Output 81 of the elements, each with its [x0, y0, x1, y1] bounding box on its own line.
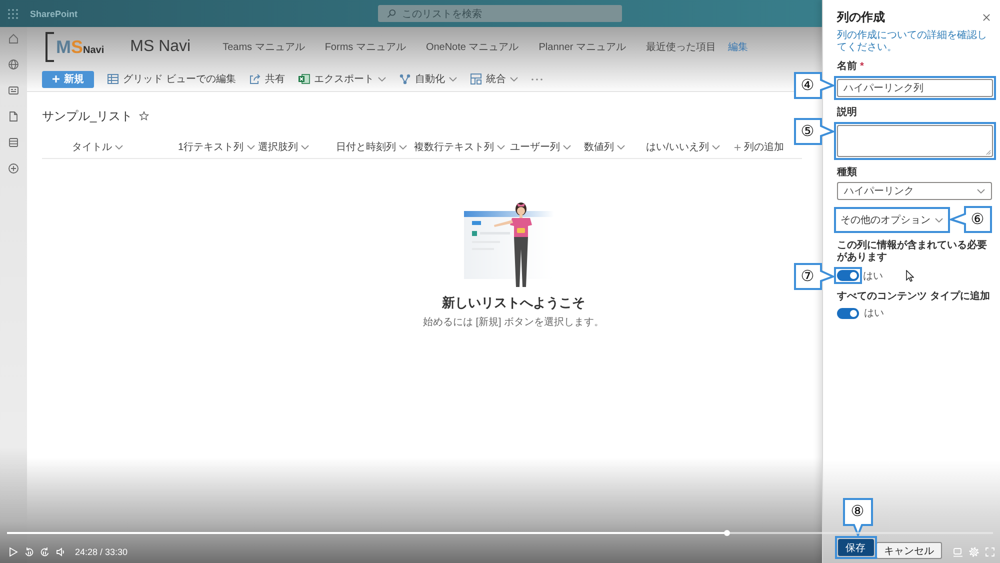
flow-icon [398, 73, 411, 85]
field-label: 説明 [837, 107, 858, 119]
chevron-down-icon [617, 144, 625, 150]
column-header[interactable]: 選択肢列 [258, 140, 309, 154]
step-number-callout: ④ [794, 72, 834, 99]
logo-text: MSNavi [56, 38, 104, 56]
logo-frame-icon [45, 32, 55, 62]
chevron-down-icon [301, 144, 309, 150]
site-title[interactable]: MS Navi [130, 38, 191, 56]
column-header[interactable]: 日付と時刻列 [336, 140, 407, 154]
field-label: この列に情報が含まれている必要があります [837, 240, 988, 264]
resize-grip-icon [986, 150, 990, 155]
panel-title: 列の作成 [837, 9, 885, 26]
field-label: 名前 * [837, 61, 865, 73]
type-dropdown[interactable]: ハイパーリンク [837, 182, 992, 200]
news-icon[interactable] [8, 85, 19, 96]
panel-description[interactable]: 列の作成についての詳細を確認してください。 [837, 30, 992, 54]
name-field[interactable]: ハイパーリンク列 [836, 79, 992, 97]
list-icon[interactable] [8, 137, 19, 148]
step-number-callout: ⑥ [950, 206, 992, 233]
nav-link[interactable]: Forms マニュアル [324, 40, 406, 54]
nav-link[interactable]: OneNote マニュアル [426, 40, 519, 54]
step-number-callout: ⑦ [794, 263, 834, 290]
grid-icon [107, 73, 119, 85]
nav-link[interactable]: Teams マニュアル [222, 40, 305, 54]
list-title: サンプル_リスト [42, 108, 133, 124]
toggle-state-label: はい [864, 307, 884, 320]
chevron-down-icon [399, 144, 407, 150]
toggle-switch[interactable] [837, 308, 859, 318]
time-display: 24:28 / 33:30 [75, 547, 128, 557]
column-header[interactable]: ユーザー列 [510, 140, 571, 154]
column-header[interactable]: 1行テキスト列 [178, 140, 255, 154]
toggle-state-label: はい [863, 270, 883, 282]
save-button[interactable]: 保存 [838, 539, 874, 556]
add-column-button[interactable]: 列の追加 [734, 140, 784, 154]
apps-icon [470, 73, 482, 85]
field-label: 種類 [837, 167, 858, 179]
forward-icon[interactable] [40, 547, 50, 557]
chevron-down-icon [934, 218, 942, 222]
column-header[interactable]: 複数行テキスト列 [414, 140, 505, 154]
spreadsheet-icon [298, 73, 310, 85]
command-button[interactable]: 統合 [470, 72, 518, 86]
command-button[interactable]: 共有 [248, 72, 285, 86]
field-label: すべてのコンテンツ タイプに追加 [837, 291, 991, 303]
empty-state-message: 始めるには [新規] ボタンを選択します。 [422, 316, 604, 329]
chevron-down-icon [246, 144, 255, 150]
step-number-callout: ⑧ [842, 498, 872, 536]
home-icon[interactable] [8, 33, 19, 44]
column-header[interactable]: タイトル [72, 140, 123, 154]
nav-link[interactable]: 最近使った項目 [646, 40, 716, 54]
search-icon [387, 9, 396, 18]
chevron-down-icon [563, 144, 571, 150]
command-button[interactable]: 自動化 [398, 72, 457, 86]
rewind-icon[interactable] [24, 547, 34, 557]
play-icon[interactable] [8, 547, 18, 557]
command-button[interactable]: グリッド ビューでの編集 [107, 72, 236, 86]
favorite-star-icon[interactable] [138, 111, 149, 121]
plus-icon [52, 75, 60, 83]
chevron-down-icon [115, 144, 123, 150]
chevron-down-icon [977, 188, 985, 194]
command-button[interactable]: エクスポート [298, 72, 386, 86]
nav-link[interactable]: Planner マニュアル [538, 40, 626, 54]
mouse-cursor-icon [906, 270, 914, 282]
more-options-button[interactable]: その他のオプション [836, 210, 946, 230]
step-number-callout: ⑤ [794, 118, 834, 145]
close-icon[interactable] [983, 14, 990, 21]
column-header[interactable]: はい/いいえ列 [646, 140, 720, 154]
page-icon[interactable] [8, 111, 19, 122]
chevron-down-icon [497, 144, 505, 150]
volume-icon[interactable] [56, 547, 66, 557]
empty-state-title: 新しいリストへようこそ [442, 294, 585, 312]
add-circle-icon[interactable] [8, 163, 19, 174]
share-icon [248, 73, 261, 85]
more-icon[interactable] [530, 78, 543, 80]
plus-icon [734, 144, 741, 150]
chevron-down-icon [712, 144, 720, 150]
cancel-button[interactable]: キャンセル [876, 542, 942, 559]
globe-icon[interactable] [8, 59, 19, 70]
app-launcher-icon[interactable] [8, 8, 18, 18]
toggle-switch[interactable] [836, 270, 858, 281]
column-header[interactable]: 数値列 [584, 140, 625, 154]
